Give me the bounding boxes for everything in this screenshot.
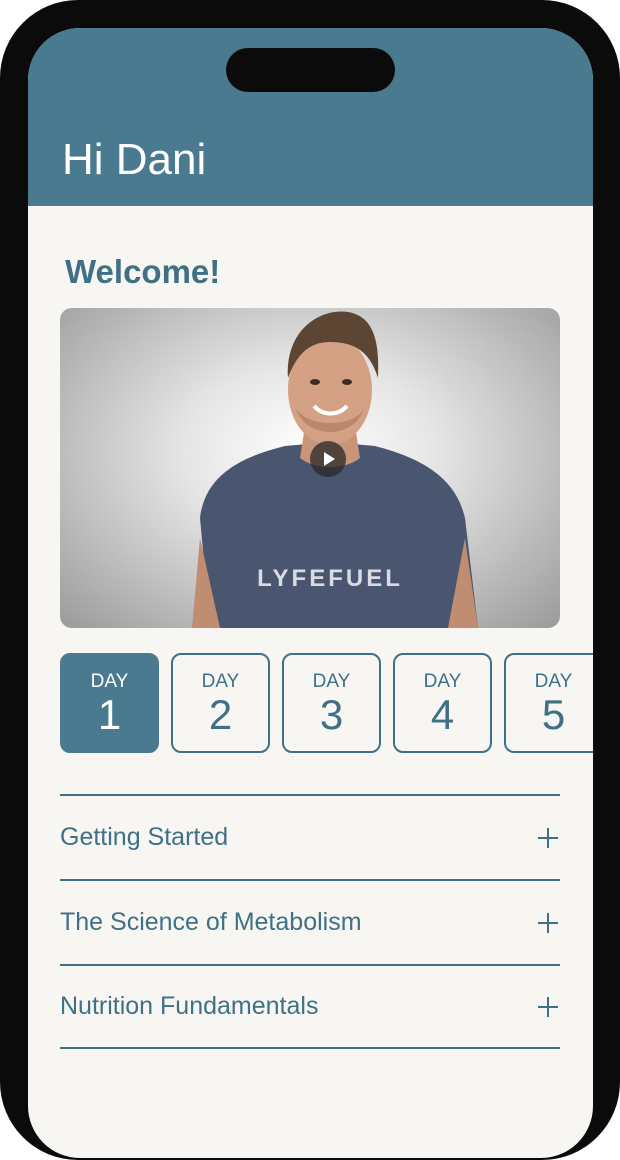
phone-frame: Hi Dani Welcome! LYFEFUEL DAY 1 DAY 2 DA… xyxy=(0,0,620,1160)
day-tab-label: DAY xyxy=(312,671,351,692)
play-icon[interactable] xyxy=(310,441,346,477)
welcome-heading: Welcome! xyxy=(65,253,221,290)
accordion-item[interactable]: The Science of Metabolism xyxy=(60,879,560,964)
plus-icon[interactable] xyxy=(538,827,558,848)
dynamic-island xyxy=(226,48,395,92)
day-tab-label: DAY xyxy=(534,671,573,692)
accordion-item-label: The Science of Metabolism xyxy=(60,908,362,936)
day-tab-3[interactable]: DAY 3 xyxy=(282,653,381,753)
day-selector: DAY 1 DAY 2 DAY 3 DAY 4 DAY 5 xyxy=(60,653,593,753)
shirt-logo: LYFEFUEL xyxy=(257,565,403,592)
app-screen: Hi Dani Welcome! LYFEFUEL DAY 1 DAY 2 DA… xyxy=(28,28,593,1158)
day-tab-number: 1 xyxy=(97,691,122,738)
plus-icon[interactable] xyxy=(538,912,558,933)
section-accordion: Getting Started The Science of Metabolism… xyxy=(60,794,560,1049)
welcome-video[interactable]: LYFEFUEL xyxy=(60,308,560,628)
day-tab-5[interactable]: DAY 5 xyxy=(504,653,593,753)
day-tab-number: 4 xyxy=(430,691,455,738)
app-header: Hi Dani xyxy=(28,28,593,206)
plus-icon[interactable] xyxy=(538,996,558,1017)
day-tab-number: 5 xyxy=(541,691,566,738)
day-tab-1[interactable]: DAY 1 xyxy=(60,653,159,753)
day-tab-label: DAY xyxy=(423,671,462,692)
day-tab-label: DAY xyxy=(90,671,129,692)
accordion-item-label: Getting Started xyxy=(60,823,229,851)
day-tab-2[interactable]: DAY 2 xyxy=(171,653,270,753)
day-tab-number: 3 xyxy=(319,691,344,738)
accordion-item[interactable]: Nutrition Fundamentals xyxy=(60,964,560,1049)
day-tab-number: 2 xyxy=(208,691,233,738)
video-thumbnail: LYFEFUEL xyxy=(192,311,478,628)
day-tab-4[interactable]: DAY 4 xyxy=(393,653,492,753)
day-tab-label: DAY xyxy=(201,671,240,692)
accordion-item-label: Nutrition Fundamentals xyxy=(60,992,319,1020)
greeting-title: Hi Dani xyxy=(62,135,207,184)
accordion-item[interactable]: Getting Started xyxy=(60,794,560,879)
